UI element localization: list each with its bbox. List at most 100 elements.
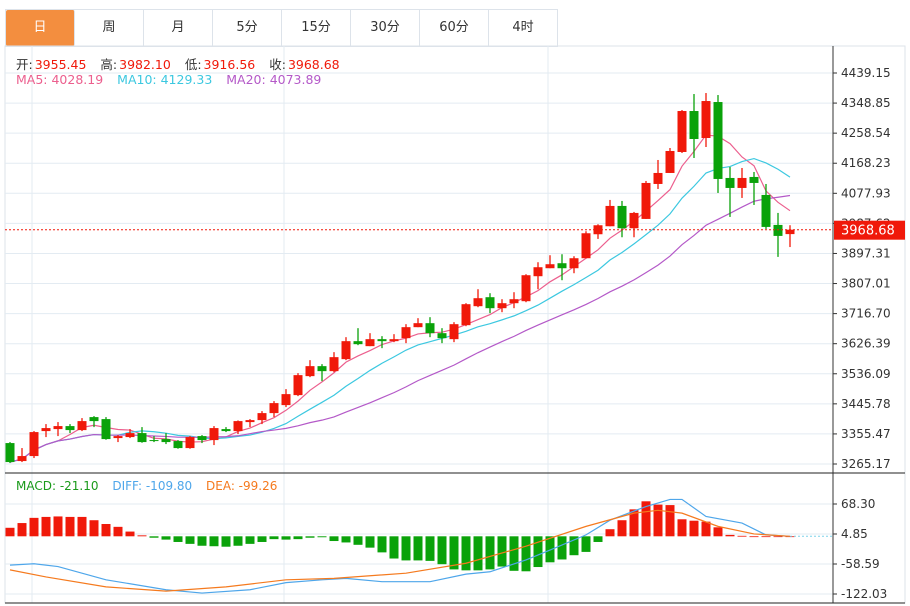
candle bbox=[521, 274, 531, 303]
candle-body bbox=[341, 341, 351, 360]
diff-value: DIFF: -109.80 bbox=[112, 479, 193, 493]
kline-chart[interactable]: 4439.154348.854258.544168.234077.933987.… bbox=[0, 0, 910, 606]
macd-bar bbox=[281, 536, 291, 540]
candle-body bbox=[209, 428, 219, 441]
macd-bar bbox=[557, 536, 567, 560]
macd-bar bbox=[173, 536, 183, 542]
macd-bar bbox=[341, 536, 351, 543]
candle-body bbox=[137, 433, 147, 443]
macd-bar bbox=[77, 516, 87, 537]
macd-bar bbox=[521, 536, 531, 572]
candle bbox=[725, 166, 735, 217]
candle-body bbox=[53, 426, 63, 430]
macd-bar bbox=[497, 536, 507, 567]
macd-bar bbox=[125, 531, 135, 537]
candle-body bbox=[185, 437, 195, 449]
candle bbox=[101, 417, 111, 440]
candle-body bbox=[497, 303, 507, 309]
macd-bar bbox=[593, 536, 603, 542]
low-value: 3916.56 bbox=[203, 57, 256, 72]
macd-tick-label: -58.59 bbox=[841, 557, 880, 571]
candle-body bbox=[521, 275, 531, 302]
candle bbox=[401, 324, 411, 344]
macd-bar bbox=[761, 536, 771, 538]
candle bbox=[317, 364, 327, 382]
candle-body bbox=[617, 205, 627, 229]
candle-body bbox=[641, 182, 651, 219]
candle bbox=[605, 199, 615, 227]
ma5-line bbox=[9, 134, 791, 463]
dea-value: DEA: -99.26 bbox=[206, 479, 278, 493]
candle-body bbox=[509, 299, 519, 304]
candle-body bbox=[545, 264, 555, 269]
ma-legend: MA5: 4028.19 MA10: 4129.33 MA20: 4073.89 bbox=[16, 72, 323, 87]
candle-body bbox=[197, 436, 207, 441]
macd-value: MACD: -21.10 bbox=[16, 479, 99, 493]
macd-bar bbox=[353, 536, 363, 545]
candle-body bbox=[149, 440, 159, 442]
current-price-label: 3968.68 bbox=[841, 224, 895, 239]
candle bbox=[329, 352, 339, 373]
candle bbox=[593, 224, 603, 239]
candle bbox=[389, 334, 399, 343]
candle-body bbox=[101, 419, 111, 440]
macd-bar bbox=[53, 516, 63, 537]
candle bbox=[365, 333, 375, 347]
macd-bar bbox=[257, 536, 267, 542]
candle bbox=[473, 289, 483, 308]
candle bbox=[209, 426, 219, 446]
candle bbox=[5, 442, 15, 464]
macd-bar bbox=[233, 536, 243, 546]
open-value: 3955.45 bbox=[34, 57, 87, 72]
macd-bar bbox=[161, 536, 171, 540]
macd-bar bbox=[305, 536, 315, 538]
candle bbox=[665, 147, 675, 173]
candle bbox=[461, 303, 471, 327]
candle-body bbox=[425, 323, 435, 334]
macd-bar bbox=[329, 536, 339, 542]
price-tick-label: 3536.09 bbox=[841, 367, 891, 381]
candle bbox=[341, 337, 351, 361]
price-tick-label: 4258.54 bbox=[841, 126, 891, 140]
open-label: 开: bbox=[16, 57, 33, 72]
macd-bar bbox=[737, 535, 747, 537]
close-value: 3968.68 bbox=[287, 57, 340, 72]
candle bbox=[545, 255, 555, 269]
ma20-line bbox=[9, 194, 791, 463]
candle bbox=[17, 448, 27, 463]
price-tick-label: 3626.39 bbox=[841, 337, 891, 351]
candle-body bbox=[737, 177, 747, 188]
candle-body bbox=[461, 304, 471, 326]
candle bbox=[413, 318, 423, 328]
low-label: 低: bbox=[184, 57, 202, 72]
candle bbox=[425, 317, 435, 338]
candle bbox=[269, 401, 279, 418]
candle-body bbox=[437, 333, 447, 339]
ma20-value: MA20: 4073.89 bbox=[226, 72, 322, 87]
candle-body bbox=[257, 413, 267, 421]
candle-body bbox=[677, 111, 687, 152]
candle-body bbox=[389, 339, 399, 342]
candle-body bbox=[245, 420, 255, 423]
macd-bar bbox=[425, 536, 435, 561]
candle-body bbox=[305, 366, 315, 377]
candle-body bbox=[653, 172, 663, 184]
candle bbox=[65, 424, 75, 434]
ma5-value: MA5: 4028.19 bbox=[16, 72, 104, 87]
ma10-line bbox=[9, 157, 791, 463]
candle-body bbox=[413, 323, 423, 328]
candle-body bbox=[293, 375, 303, 396]
close-label: 收: bbox=[269, 57, 286, 72]
candle bbox=[185, 436, 195, 449]
candle bbox=[449, 322, 459, 343]
macd-bar bbox=[689, 520, 699, 537]
candle-body bbox=[65, 426, 75, 431]
candle-body bbox=[581, 233, 591, 259]
macd-bar bbox=[509, 536, 519, 571]
macd-bar bbox=[65, 516, 75, 537]
candle-body bbox=[377, 339, 387, 342]
candle-body bbox=[125, 433, 135, 438]
candle-body bbox=[629, 212, 639, 229]
macd-bar bbox=[101, 524, 111, 537]
candle bbox=[77, 418, 87, 432]
